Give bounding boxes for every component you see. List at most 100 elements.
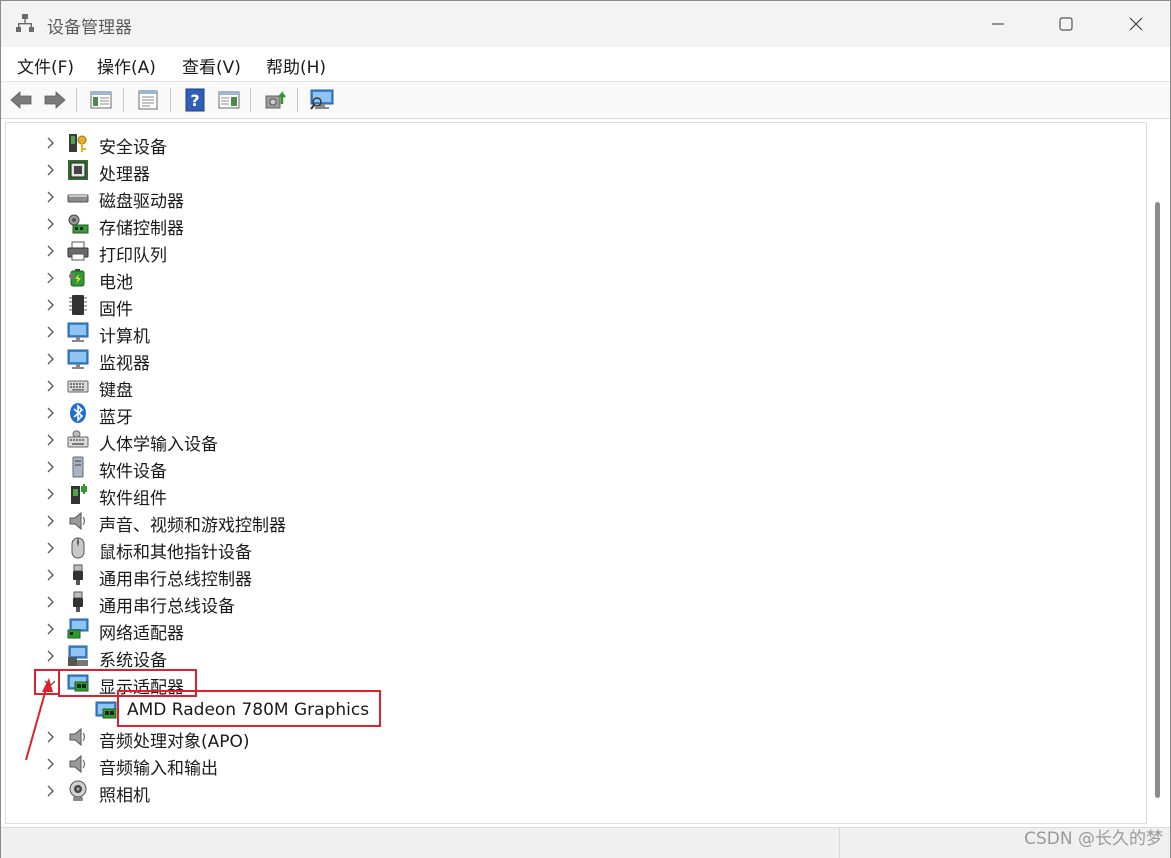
menu-help[interactable]: 帮助(H) (264, 53, 328, 78)
tree-item-label: 安全设备 (99, 138, 167, 158)
svg-text:?: ? (190, 91, 199, 110)
tree-item-security-devices[interactable]: 安全设备 (6, 130, 1126, 158)
tree-item-computer[interactable]: 计算机 (6, 319, 1126, 347)
tree-item-label: 鼠标和其他指针设备 (99, 543, 252, 563)
tree-item-label: 通用串行总线控制器 (99, 570, 252, 590)
console-tree-icon (90, 91, 112, 109)
chevron-right-icon[interactable] (44, 650, 56, 662)
close-icon (1129, 17, 1143, 31)
camera-icon (69, 780, 87, 801)
tree-item-usb-controllers[interactable]: 通用串行总线控制器 (6, 562, 1126, 590)
chevron-right-icon[interactable] (44, 623, 56, 635)
properties-button[interactable] (135, 87, 161, 113)
tree-item-batteries[interactable]: 电池 (6, 265, 1126, 293)
tree-item-processors[interactable]: 处理器 (6, 157, 1126, 185)
window-title: 设备管理器 (47, 18, 132, 38)
action-pane-button[interactable] (216, 87, 242, 113)
tree-item-storage-controllers[interactable]: 存储控制器 (6, 211, 1126, 239)
chevron-right-icon[interactable] (44, 164, 56, 176)
tree-item-label: 打印队列 (99, 246, 167, 266)
scan-for-hardware-changes-button[interactable] (309, 87, 335, 113)
menu-action[interactable]: 操作(A) (95, 53, 158, 78)
display-adapter-icon (95, 701, 117, 719)
tree-item-human-interface-devices[interactable]: 人体学输入设备 (6, 427, 1126, 455)
chevron-right-icon[interactable] (44, 407, 56, 419)
tree-item-mice[interactable]: 鼠标和其他指针设备 (6, 535, 1126, 563)
chevron-right-icon[interactable] (44, 488, 56, 500)
maximize-button[interactable] (1032, 1, 1100, 47)
tree-item-usb-devices[interactable]: 通用串行总线设备 (6, 589, 1126, 617)
forward-button[interactable] (42, 87, 68, 113)
chevron-right-icon[interactable] (44, 542, 56, 554)
minimize-button[interactable] (964, 1, 1032, 47)
chevron-right-icon[interactable] (44, 191, 56, 203)
tree-item-cameras[interactable]: 照相机 (6, 778, 1126, 806)
speaker-icon (69, 727, 86, 747)
tree-item-keyboards[interactable]: 键盘 (6, 373, 1126, 401)
chevron-right-icon[interactable] (44, 785, 56, 797)
chevron-right-icon[interactable] (44, 326, 56, 338)
tree-item-network-adapters[interactable]: 网络适配器 (6, 616, 1126, 644)
tree-item-software-devices[interactable]: 软件设备 (6, 454, 1126, 482)
tree-item-label: 声音、视频和游戏控制器 (99, 516, 286, 536)
chevron-right-icon[interactable] (44, 461, 56, 473)
help-icon: ? (185, 88, 205, 112)
tree-item-monitors[interactable]: 监视器 (6, 346, 1126, 374)
tree-item-bluetooth[interactable]: 蓝牙 (6, 400, 1126, 428)
tree-item-audio-inputs-outputs[interactable]: 音频输入和输出 (6, 751, 1126, 779)
tree-item-print-queues[interactable]: 打印队列 (6, 238, 1126, 266)
chevron-right-icon[interactable] (44, 245, 56, 257)
usb-icon (73, 591, 83, 612)
software-device-icon (72, 456, 84, 478)
show-hide-console-tree-button[interactable] (88, 87, 114, 113)
toolbar-separator (76, 88, 77, 112)
toolbar: ? (1, 82, 1170, 119)
chevron-right-icon[interactable] (44, 596, 56, 608)
hid-icon (67, 430, 89, 448)
properties-icon (138, 90, 158, 110)
update-driver-button[interactable] (262, 87, 288, 113)
tree-item-software-components[interactable]: 软件组件 (6, 481, 1126, 509)
chevron-right-icon[interactable] (44, 353, 56, 365)
bluetooth-icon (70, 403, 86, 423)
vertical-scrollbar[interactable] (1149, 122, 1169, 822)
chevron-right-icon[interactable] (44, 272, 56, 284)
tree-item-label: 蓝牙 (99, 408, 133, 428)
chevron-right-icon[interactable] (44, 299, 56, 311)
chevron-right-icon[interactable] (44, 218, 56, 230)
software-component-icon (71, 484, 87, 504)
tree-item-label: 音频输入和输出 (99, 759, 218, 779)
tree-item-audio-processing-objects[interactable]: 音频处理对象(APO) (6, 724, 1126, 752)
chevron-right-icon[interactable] (44, 380, 56, 392)
chevron-right-icon[interactable] (44, 515, 56, 527)
keyboard-icon (67, 380, 89, 393)
chevron-right-icon[interactable] (44, 434, 56, 446)
toolbar-separator (123, 88, 124, 112)
menu-view[interactable]: 查看(V) (180, 53, 243, 78)
help-button[interactable]: ? (182, 87, 208, 113)
annotation-arrow (25, 678, 53, 761)
disk-drive-icon (67, 194, 89, 203)
mouse-icon (71, 537, 85, 559)
back-button[interactable] (8, 87, 34, 113)
chevron-right-icon[interactable] (44, 569, 56, 581)
back-arrow-icon (10, 91, 32, 109)
chevron-right-icon[interactable] (44, 137, 56, 149)
toolbar-separator (170, 88, 171, 112)
watermark: CSDN @长久的梦 (1024, 829, 1163, 849)
tree-item-firmware[interactable]: 固件 (6, 292, 1126, 320)
close-button[interactable] (1102, 1, 1170, 47)
monitor-icon (67, 349, 89, 369)
security-key-icon (69, 134, 87, 152)
tree-item-label: 磁盘驱动器 (99, 192, 184, 212)
tree-item-sound-video-game-controllers[interactable]: 声音、视频和游戏控制器 (6, 508, 1126, 536)
menu-file[interactable]: 文件(F) (15, 53, 76, 78)
speaker-icon (69, 754, 86, 774)
tree-item-label: 软件组件 (99, 489, 167, 509)
scrollbar-thumb[interactable] (1155, 202, 1160, 798)
scan-hardware-monitor-icon (310, 89, 334, 110)
tree-item-system-devices[interactable]: 系统设备 (6, 643, 1126, 671)
annotation-box-amd-radeon (117, 690, 381, 727)
computer-icon (67, 322, 89, 342)
tree-item-disk-drives[interactable]: 磁盘驱动器 (6, 184, 1126, 212)
